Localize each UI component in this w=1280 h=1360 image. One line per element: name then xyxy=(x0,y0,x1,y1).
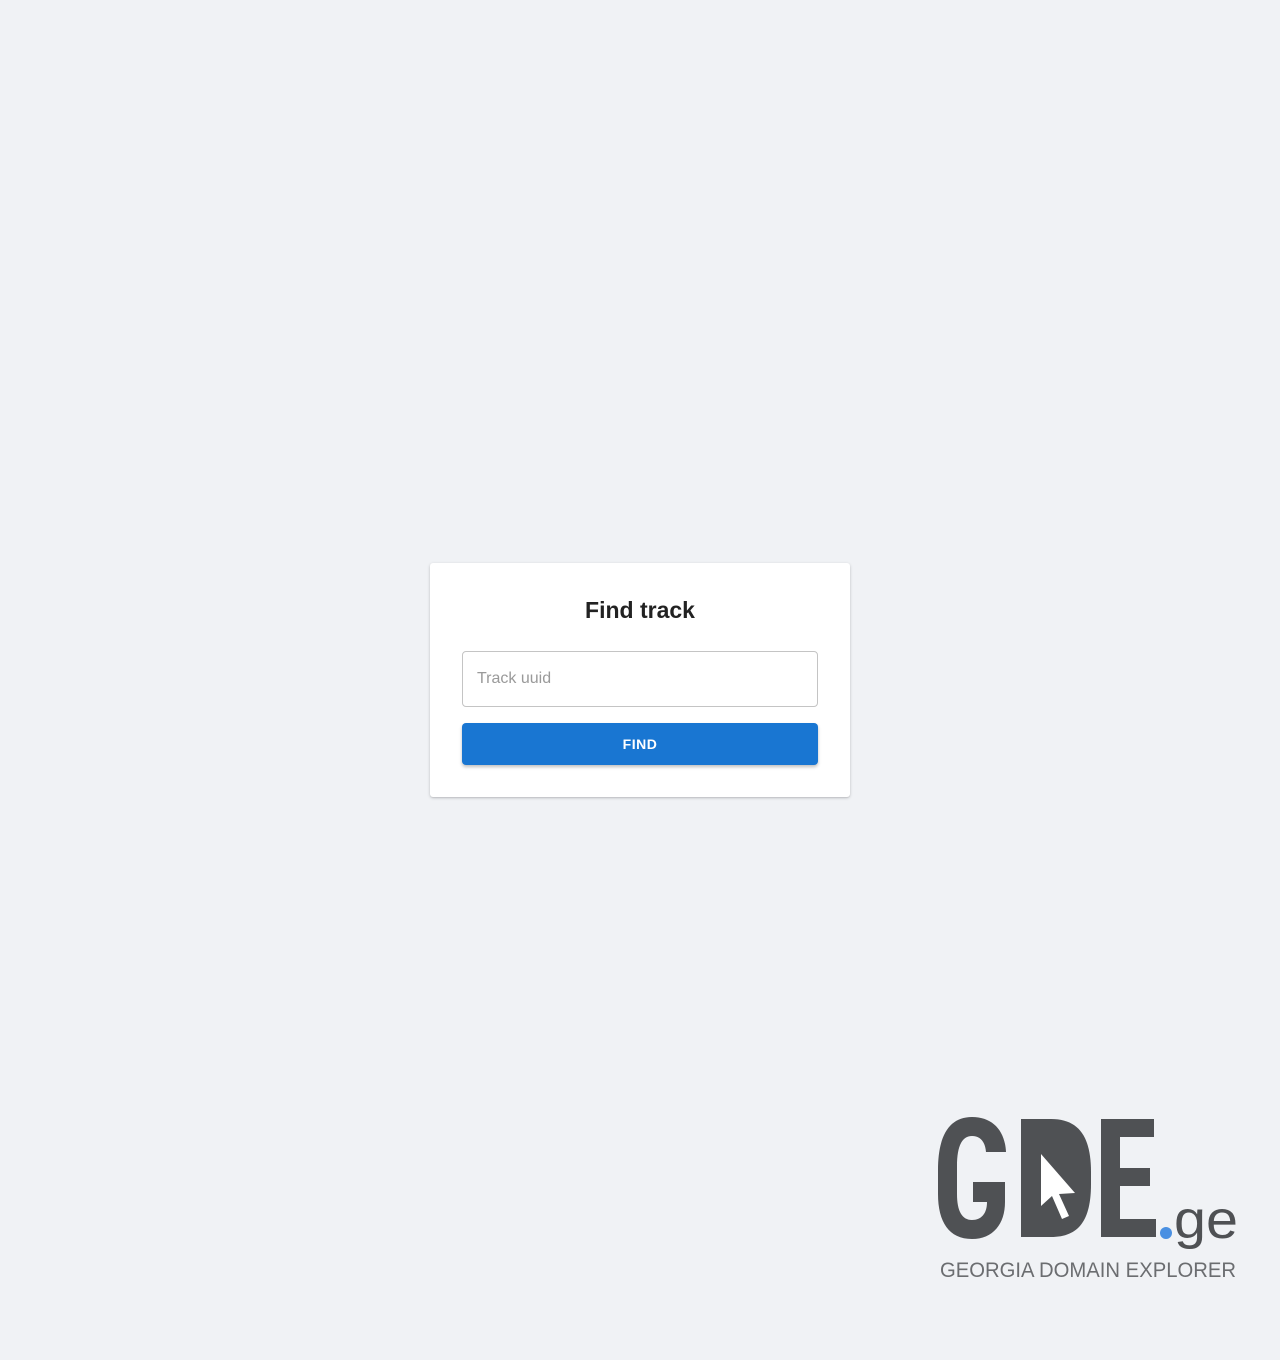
track-uuid-field xyxy=(462,651,818,707)
page: Find track FIND ge GEORGIA DOMAIN EXPLOR… xyxy=(0,0,1280,1360)
logo-letter-e xyxy=(1101,1119,1156,1237)
card-title: Find track xyxy=(585,597,695,623)
find-button[interactable]: FIND xyxy=(462,723,818,765)
gde-logo: ge GEORGIA DOMAIN EXPLORER xyxy=(938,1117,1238,1282)
logo-tld: ge xyxy=(1174,1190,1238,1250)
logo-letter-d xyxy=(1021,1119,1091,1237)
find-track-card: Find track FIND xyxy=(430,563,850,797)
logo-letter-g xyxy=(938,1117,1006,1239)
logo-tagline: GEORGIA DOMAIN EXPLORER xyxy=(940,1259,1236,1282)
logo-dot xyxy=(1160,1227,1172,1239)
track-uuid-input[interactable] xyxy=(463,652,817,706)
